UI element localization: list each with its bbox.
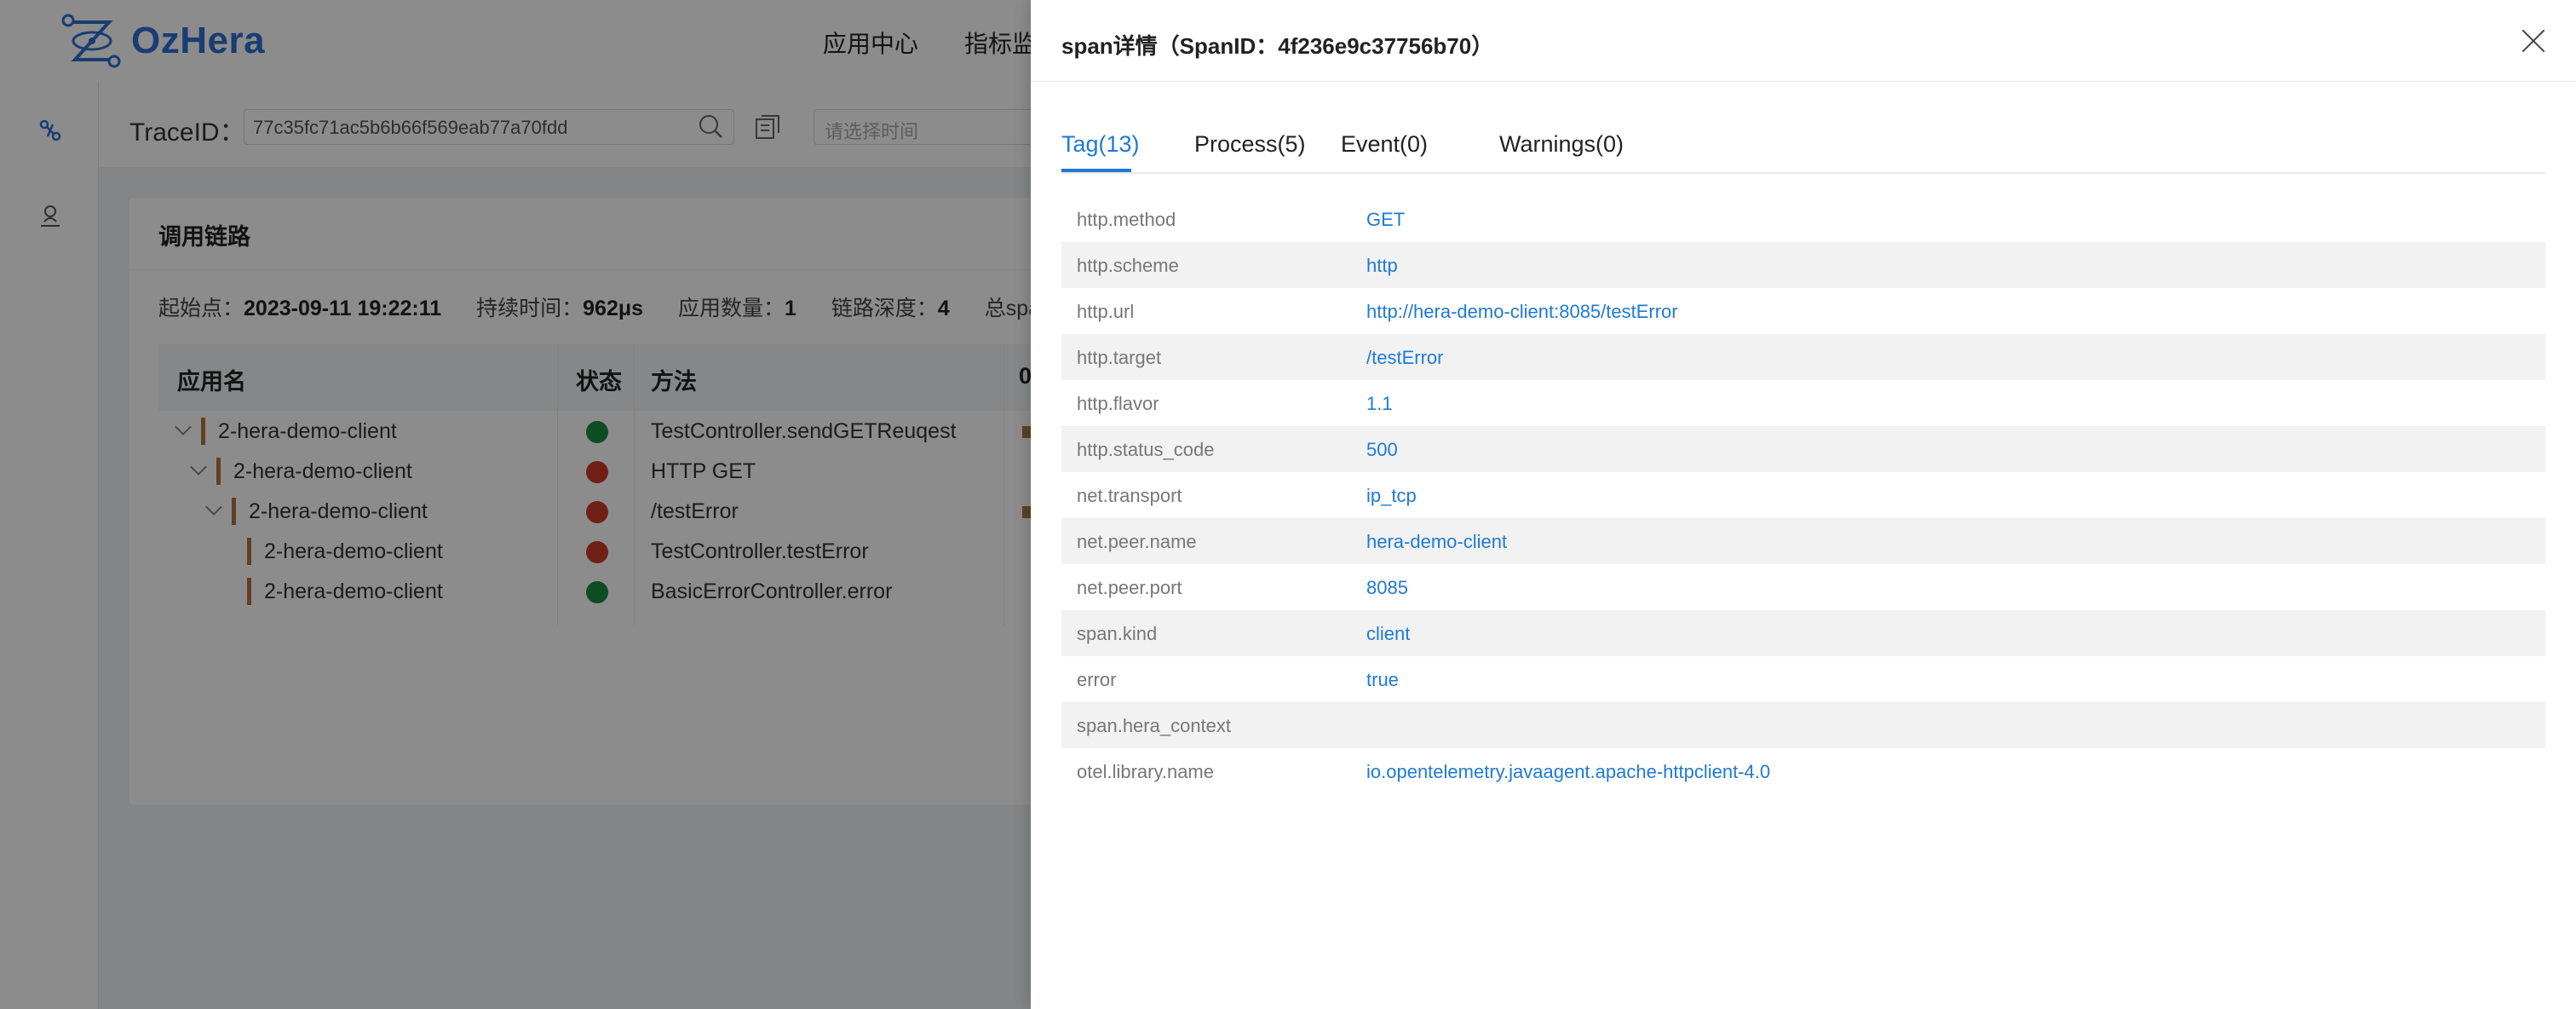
tag-row: error true [1061, 656, 2545, 702]
tag-key: otel.library.name [1077, 761, 1214, 782]
tag-value: hera-demo-client [1366, 531, 1508, 552]
tag-row: span.kind client [1061, 610, 2545, 656]
tag-key: net.transport [1077, 485, 1182, 506]
detail-tabs: Tag(13) Process(5) Event(0) Warnings(0) [1061, 128, 2545, 174]
tag-value: io.opentelemetry.javaagent.apache-httpcl… [1366, 761, 1771, 782]
tag-row: http.method GET [1061, 196, 2545, 242]
close-icon[interactable] [2518, 26, 2549, 56]
tag-value: /testError [1366, 347, 1444, 368]
tag-key: net.peer.port [1077, 577, 1182, 598]
tag-key: http.target [1077, 347, 1162, 368]
drawer-header: span详情（SpanID：4f236e9c37756b70） [1031, 0, 2576, 82]
tag-row: net.peer.name hera-demo-client [1061, 518, 2545, 564]
tag-list: http.method GET http.scheme http http.url h… [1061, 196, 2545, 794]
tag-row: http.flavor 1.1 [1061, 380, 2545, 426]
tag-row: http.url http://hera-demo-client:8085/tes… [1061, 288, 2545, 334]
tag-row: net.transport ip_tcp [1061, 472, 2545, 518]
tag-value: ip_tcp [1366, 485, 1417, 506]
tab-warnings[interactable]: Warnings(0) [1499, 131, 1624, 158]
tag-key: http.flavor [1077, 393, 1159, 414]
tag-row: http.scheme http [1061, 242, 2545, 288]
tag-key: span.hera_context [1077, 715, 1232, 736]
tag-value: 500 [1366, 439, 1398, 460]
tag-value: http [1366, 255, 1398, 276]
tag-key: error [1077, 669, 1117, 690]
tag-key: span.kind [1077, 623, 1158, 644]
tag-value: client [1366, 623, 1411, 644]
tag-value: 8085 [1366, 577, 1408, 598]
tag-value: GET [1366, 209, 1406, 230]
tab-process[interactable]: Process(5) [1194, 131, 1306, 158]
tag-key: net.peer.name [1077, 531, 1197, 552]
tag-key: http.status_code [1077, 439, 1215, 460]
tag-value: http://hera-demo-client:8085/testError [1366, 301, 1678, 322]
tag-value: true [1366, 669, 1399, 690]
tag-key: http.method [1077, 209, 1176, 230]
tag-row: http.status_code 500 [1061, 426, 2545, 472]
tag-row: net.peer.port 8085 [1061, 564, 2545, 610]
tag-key: http.url [1077, 301, 1135, 322]
active-tab-indicator [1061, 169, 1131, 172]
tag-value: 1.1 [1366, 393, 1393, 414]
tag-row: http.target/testError [1061, 334, 2545, 380]
tab-tag[interactable]: Tag(13) [1061, 131, 1140, 158]
span-detail-drawer: span详情（SpanID：4f236e9c37756b70） Tag(13) … [1031, 0, 2576, 1009]
tag-row: otel.library.name io.opentelemetry.javaag… [1061, 748, 2545, 794]
tag-key: http.scheme [1077, 255, 1179, 276]
tag-row: span.hera_context [1061, 702, 2545, 748]
drawer-title: span详情（SpanID：4f236e9c37756b70） [1061, 33, 1494, 59]
tab-event[interactable]: Event(0) [1341, 131, 1428, 158]
